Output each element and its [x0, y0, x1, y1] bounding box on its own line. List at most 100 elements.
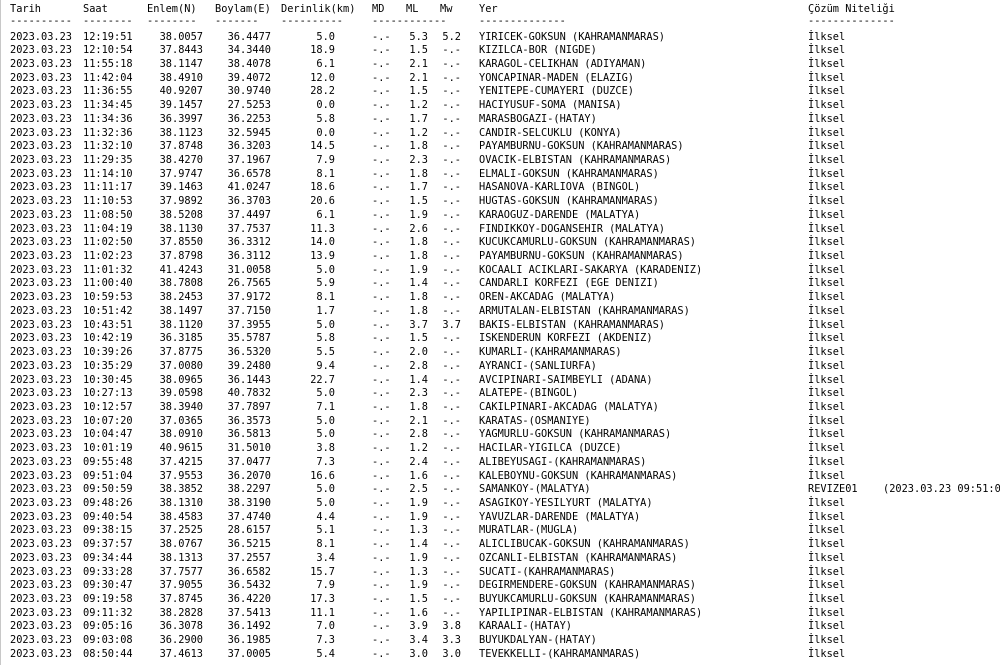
row-location: KUCUKCAMURLU-GOKSUN (KAHRAMANMARAS): [479, 236, 696, 249]
row-latitude: 37.8443: [159, 44, 203, 57]
row-depth: 20.6: [310, 195, 335, 208]
row-mw: -.-: [442, 551, 461, 564]
row-solution: İlksel: [808, 126, 846, 139]
table-row: 2023.03.23 11:34:36 36.3997 36.2253 5.8 -.- 1.…: [1, 113, 1000, 127]
row-date: 2023.03.23: [10, 277, 72, 290]
table-row: 2023.03.23 10:59:53 38.2453 37.9172 8.1 -.- 1.…: [1, 291, 1000, 305]
row-location: DEGIRMENDERE-GOKSUN (KAHRAMANMARAS): [479, 579, 696, 592]
row-md: -.-: [372, 524, 391, 537]
row-mw: -.-: [442, 400, 461, 413]
row-location: KALEBOYNU-GOKSUN (KAHRAMANMARAS): [479, 469, 678, 482]
row-date: 2023.03.23: [10, 263, 72, 276]
row-latitude: 38.7808: [159, 277, 203, 290]
row-date: 2023.03.23: [10, 208, 72, 221]
row-latitude: 37.4613: [159, 647, 203, 660]
row-latitude: 37.9892: [159, 195, 203, 208]
row-date: 2023.03.23: [10, 400, 72, 413]
row-md: -.-: [372, 387, 391, 400]
row-mw: -.-: [442, 263, 461, 276]
row-date: 2023.03.23: [10, 483, 72, 496]
row-longitude: 37.7537: [227, 222, 271, 235]
row-mw: 3.0: [442, 647, 461, 660]
row-depth: 5.0: [316, 483, 335, 496]
row-latitude: 37.7577: [159, 565, 203, 578]
row-ml: 3.0: [409, 647, 428, 660]
row-mw: -.-: [442, 57, 461, 70]
table-row: 2023.03.23 11:08:50 38.5208 37.4497 6.1 -.- 1.…: [1, 209, 1000, 223]
row-ml: 3.4: [409, 634, 428, 647]
row-mw: -.-: [442, 126, 461, 139]
header-separator: ---------- -------- -------- ------- ---…: [1, 15, 1000, 29]
row-mw: -.-: [442, 414, 461, 427]
row-latitude: 37.9747: [159, 167, 203, 180]
row-solution: İlksel: [808, 442, 846, 455]
row-mw: -.-: [442, 565, 461, 578]
row-longitude: 37.9172: [227, 291, 271, 304]
row-md: -.-: [372, 442, 391, 455]
row-latitude: 38.2828: [159, 606, 203, 619]
row-depth: 5.9: [316, 277, 335, 290]
row-solution: İlksel: [808, 510, 846, 523]
row-time: 09:30:47: [83, 579, 133, 592]
row-location: KIZILCA-BOR (NIGDE): [479, 44, 597, 57]
table-row: 2023.03.23 09:11:32 38.2828 37.5413 11.1 -.- 1…: [1, 607, 1000, 621]
row-time: 10:27:13: [83, 387, 133, 400]
row-location: FINDIKKOY-DOGANSEHIR (MALATYA): [479, 222, 665, 235]
row-location: MARASBOGAZI-(HATAY): [479, 112, 597, 125]
row-longitude: 36.3703: [227, 195, 271, 208]
table-row: 2023.03.23 09:40:54 38.4583 37.4740 4.4 -.- 1.…: [1, 511, 1000, 525]
row-md: -.-: [372, 195, 391, 208]
row-date: 2023.03.23: [10, 71, 72, 84]
row-ml: 2.8: [409, 428, 428, 441]
row-depth: 17.3: [310, 593, 335, 606]
row-mw: -.-: [442, 112, 461, 125]
row-longitude: 36.4477: [227, 30, 271, 43]
table-row: 2023.03.23 11:02:50 37.8550 36.3312 14.0 -.- 1…: [1, 236, 1000, 250]
row-ml: 1.9: [409, 579, 428, 592]
separator-date: ----------: [10, 15, 72, 27]
row-mw: -.-: [442, 250, 461, 263]
row-date: 2023.03.23: [10, 332, 72, 345]
row-location: OREN-AKCADAG (MALATYA): [479, 291, 616, 304]
row-latitude: 37.8748: [159, 140, 203, 153]
row-time: 11:29:35: [83, 153, 133, 166]
row-location: KOCAALI ACIKLARI-SAKARYA (KARADENIZ): [479, 263, 703, 276]
table-row: 2023.03.23 11:14:10 37.9747 36.6578 8.1 -.- 1.…: [1, 168, 1000, 182]
row-md: -.-: [372, 250, 391, 263]
row-location: ALATEPE-(BINGOL): [479, 387, 579, 400]
row-ml: 1.9: [409, 263, 428, 276]
row-longitude: 37.1967: [227, 153, 271, 166]
row-md: -.-: [372, 277, 391, 290]
row-md: -.-: [372, 126, 391, 139]
row-longitude: 31.0058: [227, 263, 271, 276]
row-latitude: 38.4583: [159, 510, 203, 523]
row-ml: 3.7: [409, 318, 428, 331]
row-solution: İlksel: [808, 538, 846, 551]
row-date: 2023.03.23: [10, 455, 72, 468]
row-time: 10:04:47: [83, 428, 133, 441]
row-md: -.-: [372, 428, 391, 441]
row-date: 2023.03.23: [10, 510, 72, 523]
row-latitude: 36.3185: [159, 332, 203, 345]
row-mw: 3.8: [442, 620, 461, 633]
row-latitude: 41.4243: [159, 263, 203, 276]
row-location: ARMUTALAN-ELBISTAN (KAHRAMANMARAS): [479, 304, 690, 317]
table-row: 2023.03.23 09:38:15 37.2525 28.6157 5.1 -.- 1.…: [1, 524, 1000, 538]
table-row: 2023.03.23 09:50:59 38.3852 38.2297 5.0 -.- 2.…: [1, 483, 1000, 497]
row-longitude: 38.2297: [227, 483, 271, 496]
row-solution: İlksel: [808, 565, 846, 578]
row-solution: İlksel: [808, 99, 846, 112]
row-mw: -.-: [442, 44, 461, 57]
row-ml: 1.2: [409, 442, 428, 455]
row-solution: İlksel: [808, 647, 846, 660]
row-date: 2023.03.23: [10, 538, 72, 551]
row-ml: 1.8: [409, 304, 428, 317]
row-time: 11:08:50: [83, 208, 133, 221]
row-depth: 5.0: [316, 496, 335, 509]
row-longitude: 30.9740: [227, 85, 271, 98]
row-depth: 5.1: [316, 524, 335, 537]
row-date: 2023.03.23: [10, 250, 72, 263]
table-row: 2023.03.23 10:27:13 39.0598 40.7832 5.0 -.- 2.…: [1, 387, 1000, 401]
table-row: 2023.03.23 11:29:35 38.4270 37.1967 7.9 -.- 2.…: [1, 154, 1000, 168]
row-longitude: 37.7150: [227, 304, 271, 317]
